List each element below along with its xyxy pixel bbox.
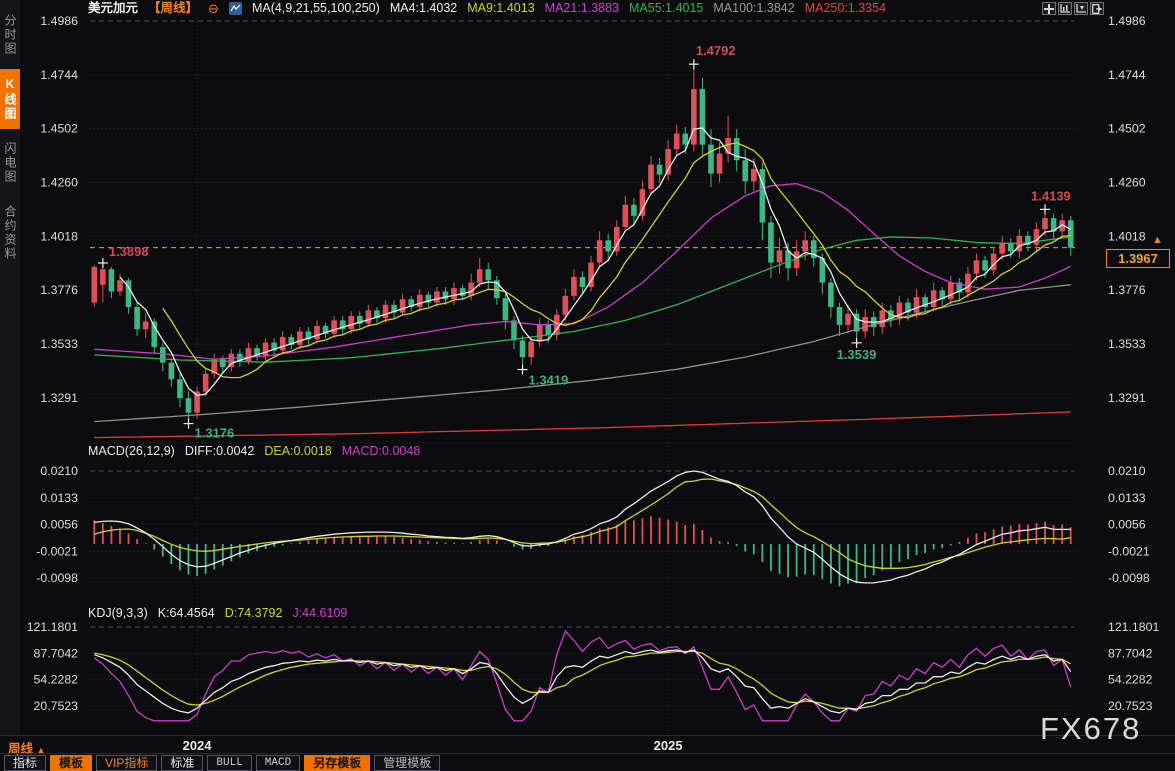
axis-tick-label: 1.4744 [1108, 68, 1146, 82]
sidebar-item-contract-info[interactable]: 合约资料 [0, 197, 20, 269]
macd-layer [94, 471, 1070, 586]
year-label-2025: 2025 [654, 738, 683, 753]
period-tag[interactable]: 【周线】 [148, 1, 198, 16]
axis-tick-label: 1.4018 [1108, 229, 1146, 243]
kline-style-icon[interactable] [229, 2, 242, 15]
axis-tick-label: 0.0056 [1108, 518, 1146, 532]
bottom-bar: 周线 ▲ 20242025 指标模板VIP指标标准BULLMACD另存模板管理模… [0, 735, 1175, 771]
axis-tick-label: 1.4502 [40, 122, 78, 136]
toolbar-button-8[interactable]: 管理模板 [374, 755, 440, 771]
macd-params-label: MACD(26,12,9) [88, 444, 175, 459]
left-axis-pane-icon[interactable] [1058, 2, 1072, 15]
axis-tick-label: 1.4018 [40, 229, 78, 243]
indicator-toolbar: 指标模板VIP指标标准BULL MACD另存模板管理模板 [0, 753, 1175, 771]
axis-tick-label: 1.3776 [1108, 283, 1146, 297]
axis-tick-label: 1.4986 [1108, 14, 1146, 28]
chart-app: 分时图K线图闪电图合约资料 1.49861.49861.47441.47441.… [0, 0, 1175, 771]
collapse-panel-icon[interactable] [1090, 2, 1104, 15]
drag-move-icon[interactable] [1042, 2, 1056, 15]
axis-tick-label: 1.4986 [40, 14, 78, 28]
axis-tick-label: 121.1801 [1108, 620, 1159, 634]
sidebar-item-kline-chart[interactable]: K线图 [0, 69, 20, 129]
toolbar-button-4[interactable]: 标准 [161, 755, 203, 771]
time-axis-row: 周线 ▲ 20242025 [0, 736, 1175, 753]
axis-tick-label: -0.0021 [1108, 544, 1150, 558]
axis-tick-label: 0.0210 [1108, 464, 1146, 478]
kdj-d-value: D:74.3792 [225, 606, 283, 621]
price-annotation: 1.3898 [109, 244, 149, 259]
kdj-k-value: K:64.4564 [158, 606, 215, 621]
axis-tick-label: 1.4260 [40, 175, 78, 189]
ma4-value: MA4:1.4032 [390, 1, 457, 16]
macd-diff-value: DIFF:0.0042 [185, 444, 254, 459]
axis-tick-label: 0.0133 [1108, 491, 1146, 505]
toolbar-button-2[interactable]: 模板 [50, 755, 92, 771]
watermark: FX678 [1040, 711, 1141, 747]
axis-tick-label: 1.3533 [1108, 337, 1146, 351]
year-label-2024: 2024 [183, 738, 212, 753]
toolbar-button-7[interactable]: 另存模板 [304, 755, 370, 771]
axis-tick-label: -0.0098 [1108, 571, 1150, 585]
kdj-j-value: J:44.6109 [292, 606, 347, 621]
axis-tick-label: 1.3291 [1108, 391, 1146, 405]
axis-tick-label: 1.4502 [1108, 122, 1146, 136]
macd-header: MACD(26,12,9) DIFF:0.0042 DEA:0.0018 MAC… [88, 444, 420, 459]
axis-tick-label: 1.3533 [40, 337, 78, 351]
ma21-value: MA21:1.3883 [545, 1, 619, 16]
ma9-value: MA9:1.4013 [467, 1, 534, 16]
right-axis-pane-icon[interactable] [1074, 2, 1088, 15]
price-annotation: 1.4139 [1031, 188, 1071, 203]
toolbar-button-5[interactable]: BULL [207, 755, 251, 771]
axis-tick-label: 0.0210 [40, 464, 78, 478]
axis-tick-label: 54.2282 [34, 673, 79, 687]
axis-tick-label: 0.0056 [40, 518, 78, 532]
price-annotation: 1.3176 [195, 426, 235, 441]
axis-tick-label: 0.0133 [40, 491, 78, 505]
axis-tick-label: -0.0098 [36, 571, 78, 585]
kdj-layer [94, 631, 1070, 721]
axis-tick-label: 1.3776 [40, 283, 78, 297]
price-up-arrow-icon: ▲ [1152, 234, 1163, 246]
ma100-value: MA100:1.3842 [713, 1, 794, 16]
ma55-value: MA55:1.4015 [629, 1, 703, 16]
axis-tick-label: 121.1801 [27, 620, 78, 634]
minus-circle-icon[interactable]: ⊖ [208, 2, 219, 15]
chart-tool-icons [1042, 2, 1104, 15]
axis-tick-label: 87.7042 [34, 646, 79, 660]
current-price-box: 1.3967 [1106, 249, 1170, 268]
price-annotation: 1.4792 [696, 43, 736, 58]
kdj-header: KDJ(9,3,3) K:64.4564 D:74.3792 J:44.6109 [88, 606, 347, 621]
macd-dea-value: DEA:0.0018 [264, 444, 331, 459]
axis-tick-label: 54.2282 [1108, 673, 1153, 687]
price-annotation: 1.3419 [529, 373, 569, 388]
axis-tick-label: 1.4260 [1108, 175, 1146, 189]
candlestick-chart[interactable]: 1.4986 1.4986 1.4744 1.4744 1.4502 1.4502 1.42… [20, 0, 1175, 735]
macd-value: MACD:0.0048 [342, 444, 421, 459]
chart-header: 美元加元 【周线】 ⊖ MA(4,9,21,55,100,250) MA4:1.… [88, 1, 886, 16]
axis-tick-label: -0.0021 [36, 544, 78, 558]
toolbar-button-3[interactable]: VIP指标 [96, 755, 157, 771]
kdj-params-label: KDJ(9,3,3) [88, 606, 148, 621]
toolbar-button-6[interactable]: MACD [256, 755, 300, 771]
axis-tick-label: 1.4744 [40, 68, 78, 82]
sidebar-item-time-chart[interactable]: 分时图 [0, 6, 20, 64]
axis-tick-label: 20.7523 [34, 699, 79, 713]
candles-layer [91, 64, 1073, 423]
symbol-name: 美元加元 [88, 1, 138, 16]
sidebar: 分时图 K线图闪电图合约资料 [0, 0, 20, 735]
toolbar-button-1[interactable]: 指标 [4, 755, 46, 771]
price-annotation: 1.3539 [837, 347, 877, 362]
ma-params-label: MA(4,9,21,55,100,250) [252, 1, 380, 16]
ma250-value: MA250:1.3354 [805, 1, 886, 16]
sidebar-item-flash-chart[interactable]: 闪电图 [0, 134, 20, 192]
axis-tick-label: 1.3291 [40, 391, 78, 405]
axis-tick-label: 87.7042 [1108, 646, 1153, 660]
grid-layer [90, 14, 1075, 733]
